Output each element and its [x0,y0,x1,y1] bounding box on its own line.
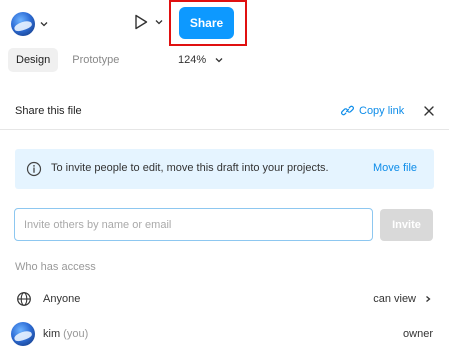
play-icon [135,14,148,30]
permission-value: can view [373,293,416,305]
user-name: kim [43,328,61,340]
permission-value: owner [403,328,433,340]
present-button[interactable] [134,14,164,30]
chevron-down-icon [40,22,48,27]
access-row-anyone: Anyone can view [0,286,449,312]
access-row-owner: kim (you) owner [0,321,449,347]
permission-dropdown[interactable]: can view [373,293,432,305]
chevron-right-icon [426,296,431,302]
info-banner: To invite people to edit, move this draf… [15,149,434,189]
copy-link-button[interactable]: Copy link [341,104,404,117]
share-panel-header: Share this file Copy link [0,96,449,130]
invite-input[interactable] [14,208,373,241]
info-message: To invite people to edit, move this draf… [51,162,329,174]
access-heading: Who has access [15,261,96,273]
close-icon[interactable] [422,104,436,118]
chevron-down-icon [155,20,163,25]
info-icon [26,161,42,177]
move-file-link[interactable]: Move file [373,162,417,174]
toolbar: Share [0,0,449,48]
you-label: (you) [63,328,89,340]
chevron-down-icon [215,58,223,63]
link-icon [341,105,354,116]
share-button-highlight [169,0,247,46]
globe-icon [17,292,31,306]
user-menu-button[interactable] [11,12,49,36]
mode-tabs: Design Prototype [8,48,127,72]
copy-link-label: Copy link [359,104,405,117]
tab-design[interactable]: Design [8,48,59,72]
access-name: Anyone [43,293,81,305]
panel-title: Share this file [15,105,82,117]
access-name: kim (you) [43,328,88,340]
invite-button[interactable]: Invite [380,209,433,241]
avatar [11,322,35,346]
zoom-value: 124% [178,54,207,66]
avatar [11,12,35,36]
zoom-dropdown[interactable]: 124% [178,54,224,66]
tab-prototype[interactable]: Prototype [64,48,127,72]
